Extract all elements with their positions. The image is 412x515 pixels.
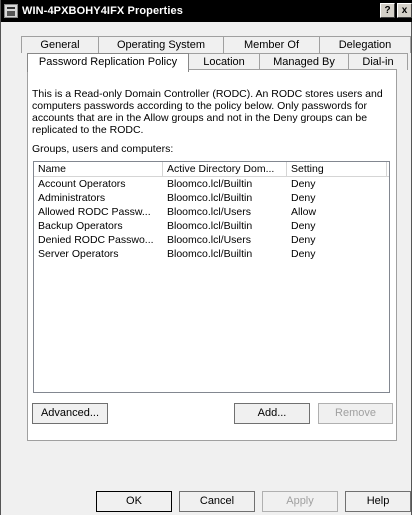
groups-label: Groups, users and computers: (32, 143, 174, 155)
row-setting: Deny (291, 234, 316, 246)
tab-member-of[interactable]: Member Of (223, 36, 320, 53)
remove-button[interactable]: Remove (318, 403, 393, 424)
groups-list[interactable]: Name Active Directory Dom... Setting Acc… (33, 161, 390, 393)
column-header-name[interactable]: Name (34, 162, 163, 176)
row-name: Denied RODC Passwo... (38, 234, 154, 246)
help-button[interactable]: Help (345, 491, 411, 512)
row-name: Allowed RODC Passw... (38, 206, 151, 218)
tab-dial-in[interactable]: Dial-in (348, 53, 408, 70)
table-row[interactable]: Backup Operators Bloomco.lcl/Builtin Den… (34, 219, 389, 233)
row-setting: Deny (291, 178, 316, 190)
row-domain: Bloomco.lcl/Builtin (167, 248, 253, 260)
table-row[interactable]: Server Operators Bloomco.lcl/Builtin Den… (34, 247, 389, 261)
window-title: WIN-4PXBOHY4IFX Properties (22, 5, 183, 17)
row-name: Backup Operators (38, 220, 123, 232)
tab-managed-by[interactable]: Managed By (259, 53, 349, 70)
row-setting: Allow (291, 206, 317, 218)
table-row[interactable]: Account Operators Bloomco.lcl/Builtin De… (34, 177, 389, 191)
ok-button[interactable]: OK (96, 491, 172, 512)
policy-description: This is a Read-only Domain Controller (R… (32, 88, 383, 136)
advanced-button[interactable]: Advanced... (32, 403, 108, 424)
row-domain: Bloomco.lcl/Builtin (167, 178, 253, 190)
tab-password-replication-policy[interactable]: Password Replication Policy (27, 53, 189, 72)
help-title-button[interactable]: ? (380, 3, 395, 18)
row-domain: Bloomco.lcl/Builtin (167, 192, 253, 204)
title-bar[interactable]: WIN-4PXBOHY4IFX Properties ? x (1, 0, 412, 22)
tab-panel: This is a Read-only Domain Controller (R… (27, 69, 397, 441)
row-name: Server Operators (38, 248, 119, 260)
table-row[interactable]: Allowed RODC Passw... Bloomco.lcl/Users … (34, 205, 389, 219)
row-setting: Deny (291, 248, 316, 260)
row-setting: Deny (291, 220, 316, 232)
column-header-setting[interactable]: Setting (287, 162, 387, 176)
row-name: Administrators (38, 192, 106, 204)
tab-delegation[interactable]: Delegation (319, 36, 411, 53)
tab-location[interactable]: Location (188, 53, 260, 70)
properties-dialog: WIN-4PXBOHY4IFX Properties ? x General O… (0, 0, 412, 515)
list-header: Name Active Directory Dom... Setting (34, 162, 389, 177)
apply-button[interactable]: Apply (262, 491, 338, 512)
add-button[interactable]: Add... (234, 403, 310, 424)
table-row[interactable]: Denied RODC Passwo... Bloomco.lcl/Users … (34, 233, 389, 247)
row-setting: Deny (291, 192, 316, 204)
row-name: Account Operators (38, 178, 126, 190)
row-domain: Bloomco.lcl/Users (167, 234, 252, 246)
tab-operating-system[interactable]: Operating System (98, 36, 224, 53)
computer-icon (4, 4, 18, 18)
tab-general[interactable]: General (21, 36, 99, 53)
row-domain: Bloomco.lcl/Users (167, 206, 252, 218)
cancel-button[interactable]: Cancel (179, 491, 255, 512)
close-title-button[interactable]: x (397, 3, 412, 18)
table-row[interactable]: Administrators Bloomco.lcl/Builtin Deny (34, 191, 389, 205)
row-domain: Bloomco.lcl/Builtin (167, 220, 253, 232)
column-header-domain[interactable]: Active Directory Dom... (163, 162, 287, 176)
